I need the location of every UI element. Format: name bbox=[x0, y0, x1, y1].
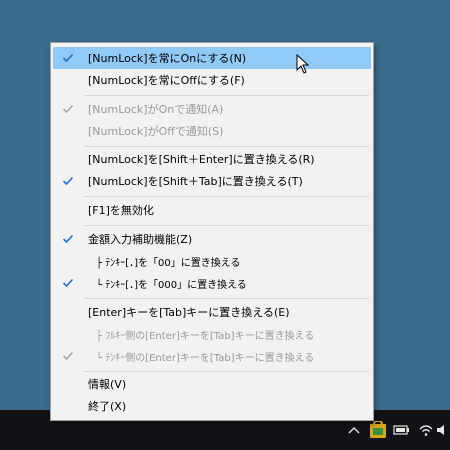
menu-item-disable-f1[interactable]: [F1]を無効化 bbox=[53, 199, 371, 221]
menu-item-fullkey-enter-to-tab: ├ ﾌﾙｷｰ側の[Enter]キーを[Tab]キーに置き換える bbox=[53, 323, 371, 345]
menu-item-info[interactable]: 情報(V) bbox=[53, 373, 371, 395]
menu-item-notify-off: [NumLock]がOffで通知(S) bbox=[53, 120, 371, 142]
menu-item-label: └ ﾃﾝｷｰ側の[Enter]キーを[Tab]キーに置き換える bbox=[96, 352, 315, 364]
menu-separator bbox=[84, 196, 369, 197]
menu-separator bbox=[84, 146, 369, 147]
menu-item-label: 終了(X) bbox=[88, 400, 127, 413]
menu-item-numlock-always-on[interactable]: [NumLock]を常にOnにする(N) bbox=[53, 47, 371, 69]
menu-item-label: └ ﾃﾝｷｰ[．]を「000」に置き換える bbox=[96, 279, 247, 291]
volume-icon[interactable] bbox=[436, 410, 450, 450]
menu-item-label: [NumLock]を[Shift＋Tab]に置き換える(T) bbox=[88, 175, 303, 188]
menu-item-notify-on: [NumLock]がOnで通知(A) bbox=[53, 98, 371, 120]
checkmark-icon bbox=[53, 272, 83, 294]
menu-item-label: 金額入力補助機能(Z) bbox=[88, 233, 193, 246]
menu-item-label: [NumLock]がOnで通知(A) bbox=[88, 103, 224, 116]
menu-item-label: [NumLock]を[Shift＋Enter]に置き換える(R) bbox=[88, 153, 315, 166]
menu-item-label: 情報(V) bbox=[88, 378, 127, 391]
menu-item-numlock-always-off[interactable]: [NumLock]を常にOffにする(F) bbox=[53, 69, 371, 91]
wifi-icon[interactable] bbox=[414, 410, 438, 450]
menu-item-enter-to-tab[interactable]: [Enter]キーを[Tab]キーに置き換える(E) bbox=[53, 301, 371, 323]
menu-item-label: ├ ﾃﾝｷｰ[．]を「00」に置き換える bbox=[96, 257, 241, 269]
menu-item-replace-shift-tab[interactable]: [NumLock]を[Shift＋Tab]に置き換える(T) bbox=[53, 170, 371, 192]
menu-item-label: ├ ﾌﾙｷｰ側の[Enter]キーを[Tab]キーに置き換える bbox=[96, 330, 315, 342]
checkmark-icon bbox=[53, 170, 83, 192]
checkmark-icon bbox=[53, 98, 83, 120]
menu-item-tenkey-enter-to-tab: └ ﾃﾝｷｰ側の[Enter]キーを[Tab]キーに置き換える bbox=[53, 345, 371, 367]
context-menu: [NumLock]を常にOnにする(N) [NumLock]を常にOffにする(… bbox=[50, 42, 374, 421]
battery-icon[interactable] bbox=[390, 410, 414, 450]
menu-item-label: [NumLock]を常にOnにする(N) bbox=[88, 52, 247, 65]
menu-item-exit[interactable]: 終了(X) bbox=[53, 395, 371, 417]
checkmark-icon bbox=[53, 228, 83, 250]
menu-separator bbox=[84, 225, 369, 226]
mouse-cursor-icon bbox=[296, 54, 310, 74]
menu-item-label: [NumLock]を常にOffにする(F) bbox=[88, 74, 245, 87]
menu-item-replace-000[interactable]: └ ﾃﾝｷｰ[．]を「000」に置き換える bbox=[53, 272, 371, 294]
menu-item-replace-00[interactable]: ├ ﾃﾝｷｰ[．]を「00」に置き換える bbox=[53, 250, 371, 272]
menu-separator bbox=[84, 371, 369, 372]
menu-item-replace-shift-enter[interactable]: [NumLock]を[Shift＋Enter]に置き換える(R) bbox=[53, 148, 371, 170]
menu-separator bbox=[84, 298, 369, 299]
menu-item-amount-input-assist[interactable]: 金額入力補助機能(Z) bbox=[53, 228, 371, 250]
menu-separator bbox=[84, 95, 369, 96]
checkmark-icon bbox=[53, 345, 83, 367]
checkmark-icon bbox=[53, 47, 83, 69]
menu-item-label: [Enter]キーを[Tab]キーに置き換える(E) bbox=[88, 306, 290, 319]
menu-item-label: [NumLock]がOffで通知(S) bbox=[88, 125, 224, 138]
menu-item-label: [F1]を無効化 bbox=[88, 204, 154, 217]
